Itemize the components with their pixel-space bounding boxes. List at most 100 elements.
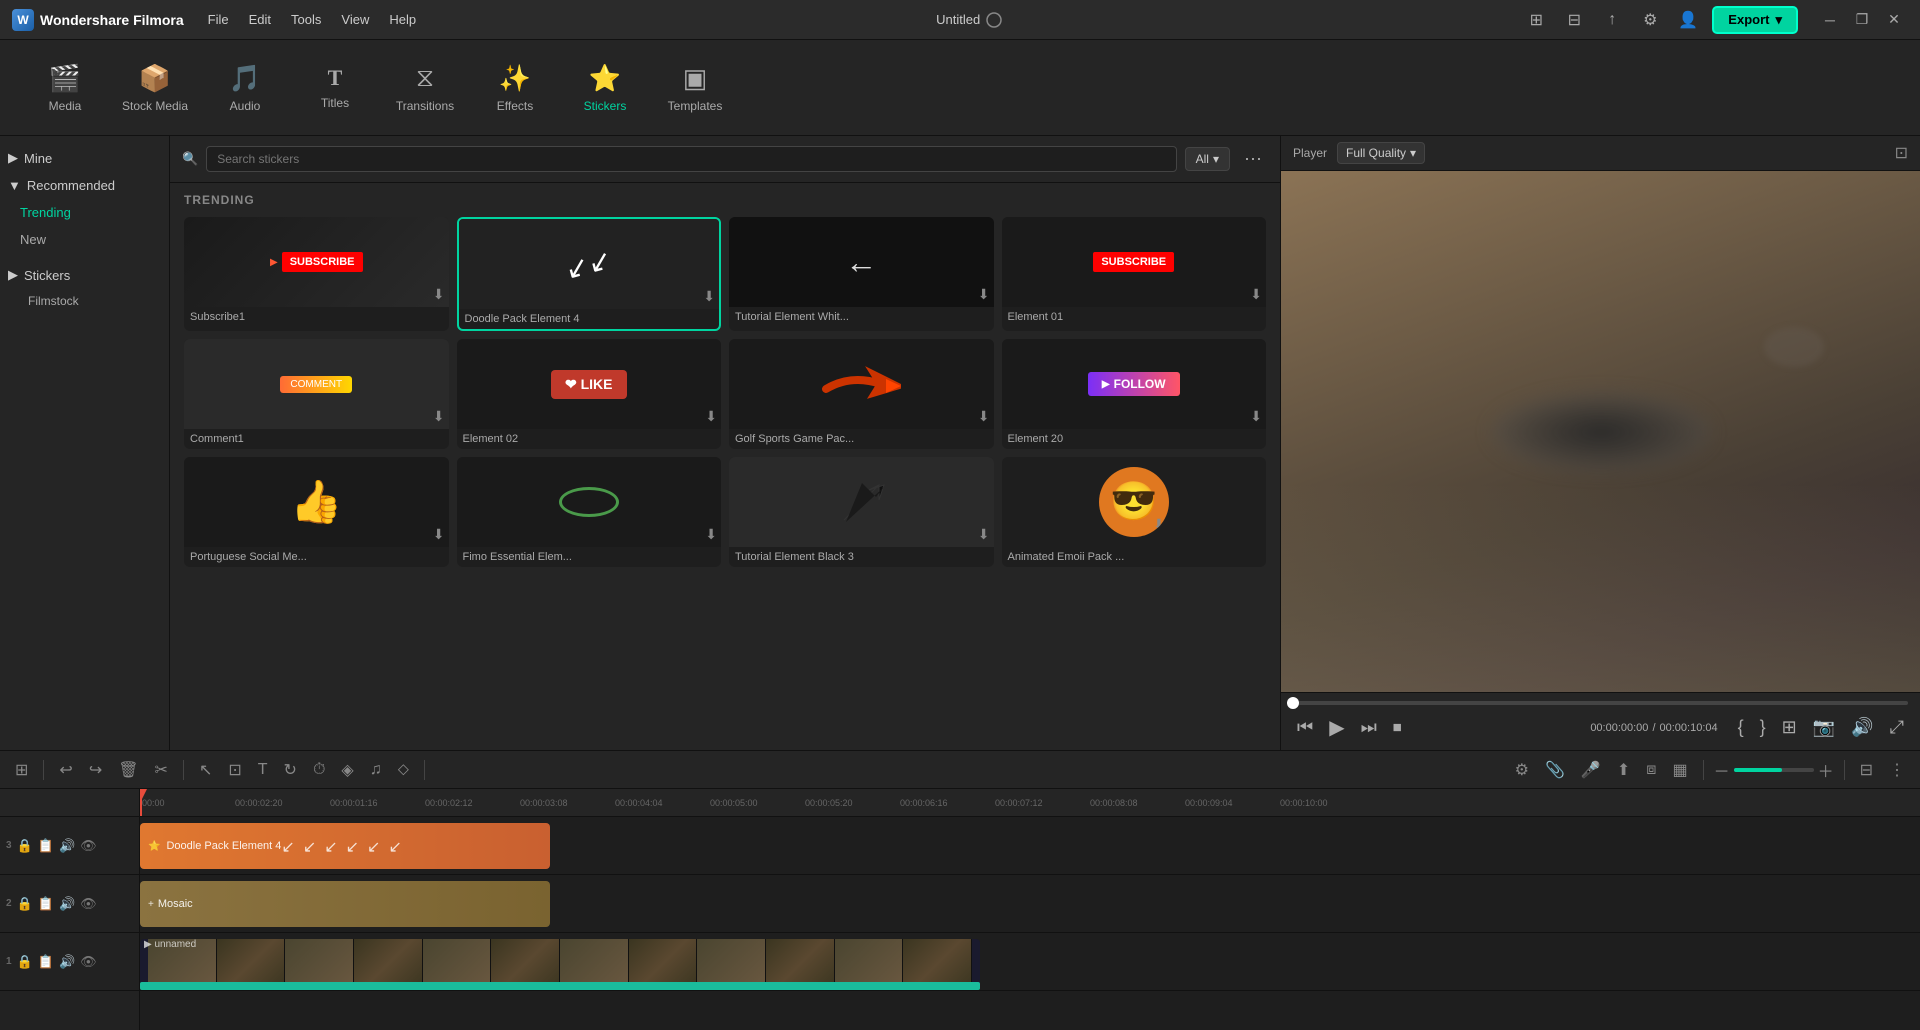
skip-back-button[interactable]: ⏮ (1293, 715, 1317, 740)
toolbar-media[interactable]: 🎬 Media (20, 48, 110, 128)
toolbar-stickers[interactable]: ⭐ Stickers (560, 48, 650, 128)
menu-view[interactable]: View (341, 12, 369, 27)
tl-crop-icon[interactable]: ⊡ (223, 757, 246, 783)
icon-btn-4[interactable]: ⚙ (1636, 6, 1664, 34)
minimize-button[interactable]: ─ (1816, 6, 1844, 34)
filter-dropdown[interactable]: All ▾ (1185, 147, 1230, 171)
tl-timer-icon[interactable]: ⏱ (308, 758, 330, 782)
panel-new[interactable]: New (0, 226, 169, 253)
track2-copy-icon[interactable]: 📋 (38, 896, 54, 912)
icon-btn-1[interactable]: ⊞ (1522, 6, 1550, 34)
panel-stickers[interactable]: ▶ Stickers (0, 261, 169, 289)
close-button[interactable]: ✕ (1880, 6, 1908, 34)
tl-clip-icon[interactable]: 📎 (1540, 757, 1570, 783)
tl-redo-icon[interactable]: ↪ (84, 757, 107, 783)
toolbar-effects[interactable]: ✨ Effects (470, 48, 560, 128)
menu-file[interactable]: File (208, 12, 229, 27)
stickers-icon: ⭐ (589, 63, 621, 94)
search-input[interactable] (206, 146, 1176, 172)
fullscreen-btn[interactable]: ⤢ (1886, 715, 1908, 740)
snapshot-button[interactable]: 📷 (1809, 715, 1839, 740)
stop-button[interactable]: ⏹ (1389, 715, 1406, 740)
fit-screen-button[interactable]: ⊞ (1778, 715, 1801, 740)
tl-delete-icon[interactable]: 🗑 (113, 757, 143, 783)
play-pause-button[interactable]: ▶ (1325, 713, 1348, 742)
sticker-element20[interactable]: FOLLOW ⬇ Element 20 (1002, 339, 1267, 449)
forward-frame-button[interactable]: ⏭ (1357, 715, 1381, 740)
track1-audio-icon[interactable]: 🔊 (59, 954, 75, 970)
download-icon-9: ⬇ (433, 526, 445, 543)
volume-button[interactable]: 🔊 (1847, 715, 1877, 740)
menu-help[interactable]: Help (389, 12, 416, 27)
sticker-portuguese[interactable]: 👍 ⬇ Portuguese Social Me... (184, 457, 449, 567)
track1-eye-icon[interactable]: 👁 (80, 954, 97, 970)
sticker-element02[interactable]: ❤ LIKE ⬇ Element 02 (457, 339, 722, 449)
track1-lock-icon[interactable]: 🔒 (17, 954, 33, 970)
progress-bar[interactable] (1293, 701, 1908, 705)
track3-audio-icon[interactable]: 🔊 (59, 838, 75, 854)
panel-filmstock[interactable]: Filmstock (0, 289, 169, 313)
track2-eye-icon[interactable]: 👁 (80, 896, 97, 912)
playhead[interactable] (140, 789, 142, 816)
mark-in-button[interactable]: { (1734, 715, 1748, 740)
panel-trending[interactable]: Trending (0, 199, 169, 226)
tl-text-icon[interactable]: T (253, 758, 273, 782)
sticker-animated-emoji[interactable]: 😎 ⬇ Animated Emoii Pack ... (1002, 457, 1267, 567)
maximize-button[interactable]: ❐ (1848, 6, 1876, 34)
track2-audio-icon[interactable]: 🔊 (59, 896, 75, 912)
timeline-tracks-area: 00:00 00:00:02:20 00:00:01:16 00:00:02:1… (140, 789, 1920, 1030)
toolbar-transitions[interactable]: ⧖ Transitions (380, 48, 470, 128)
more-options-button[interactable]: ⋯ (1238, 147, 1268, 172)
clip-mosaic[interactable]: + Mosaic (140, 881, 550, 927)
sticker-doodle4[interactable]: ↙↙ ⬇ Doodle Pack Element 4 (457, 217, 722, 331)
tl-color-icon[interactable]: ◈ (336, 757, 358, 783)
sticker-element01[interactable]: SUBSCRIBE ⬇ Element 01 (1002, 217, 1267, 331)
tl-add-track-icon[interactable]: ⊞ (10, 757, 33, 783)
doodle-pattern: ↙↙↙↙↙↙ (281, 837, 401, 857)
track1-copy-icon[interactable]: 📋 (38, 954, 54, 970)
tl-grid-icon[interactable]: ▦ (1667, 757, 1692, 783)
tl-settings-icon[interactable]: ⚙ (1510, 757, 1534, 783)
zoom-slider[interactable] (1734, 768, 1814, 772)
fullscreen-icon[interactable]: ⊡ (1895, 143, 1908, 163)
tl-merge-icon[interactable]: ⧈ (1641, 758, 1661, 782)
track3-lock-icon[interactable]: 🔒 (17, 838, 33, 854)
tl-expand-icon[interactable]: ⋮ (1884, 757, 1910, 783)
toolbar-titles[interactable]: T Titles (290, 48, 380, 128)
clip-doodle4[interactable]: ⭐ Doodle Pack Element 4 ↙↙↙↙↙↙ (140, 823, 550, 869)
track3-eye-icon[interactable]: 👁 (80, 838, 97, 854)
tl-undo-icon[interactable]: ↩ (54, 757, 77, 783)
sticker-comment1[interactable]: COMMENT ⬇ Comment1 (184, 339, 449, 449)
panel-recommended[interactable]: ▼ Recommended (0, 172, 169, 199)
toolbar-stock-media[interactable]: 📦 Stock Media (110, 48, 200, 128)
sticker-golf[interactable]: ⬇ Golf Sports Game Pac... (729, 339, 994, 449)
tl-audio-icon[interactable]: ♫ (365, 758, 387, 782)
zoom-out-button[interactable]: － (1714, 758, 1730, 782)
sticker-tutorial-black[interactable]: ⬇ Tutorial Element Black 3 (729, 457, 994, 567)
toolbar-templates[interactable]: ▣ Templates (650, 48, 740, 128)
panel-mine[interactable]: ▶ Mine (0, 144, 169, 172)
tl-keyframe-icon[interactable]: ⬦ (393, 758, 414, 782)
tl-split-icon[interactable]: ✂ (150, 757, 173, 783)
track3-copy-icon[interactable]: 📋 (38, 838, 54, 854)
tl-rotate-icon[interactable]: ↻ (279, 757, 302, 783)
menu-edit[interactable]: Edit (249, 12, 271, 27)
toolbar-audio[interactable]: 🎵 Audio (200, 48, 290, 128)
tl-extract-icon[interactable]: ⬆ (1612, 757, 1635, 783)
icon-btn-5[interactable]: 👤 (1674, 6, 1702, 34)
export-button[interactable]: Export ▾ (1712, 6, 1798, 34)
comment-badge: COMMENT (280, 376, 352, 393)
sticker-tutorial-white[interactable]: ← ⬇ Tutorial Element Whit... (729, 217, 994, 331)
menu-tools[interactable]: Tools (291, 12, 321, 27)
sticker-subscribe1[interactable]: ▶ SUBSCRIBE ⬇ Subscribe1 (184, 217, 449, 331)
quality-select[interactable]: Full Quality ▾ (1337, 142, 1425, 164)
track2-lock-icon[interactable]: 🔒 (17, 896, 33, 912)
zoom-in-button[interactable]: ＋ (1818, 758, 1834, 782)
tl-select-icon[interactable]: ↖ (194, 757, 217, 783)
tl-view-options-icon[interactable]: ⊟ (1855, 757, 1878, 783)
sticker-fimo[interactable]: ⬇ Fimo Essential Elem... (457, 457, 722, 567)
tl-mic-icon[interactable]: 🎤 (1576, 757, 1606, 783)
mark-out-button[interactable]: } (1756, 715, 1770, 740)
icon-btn-3[interactable]: ↑ (1598, 6, 1626, 34)
icon-btn-2[interactable]: ⊟ (1560, 6, 1588, 34)
